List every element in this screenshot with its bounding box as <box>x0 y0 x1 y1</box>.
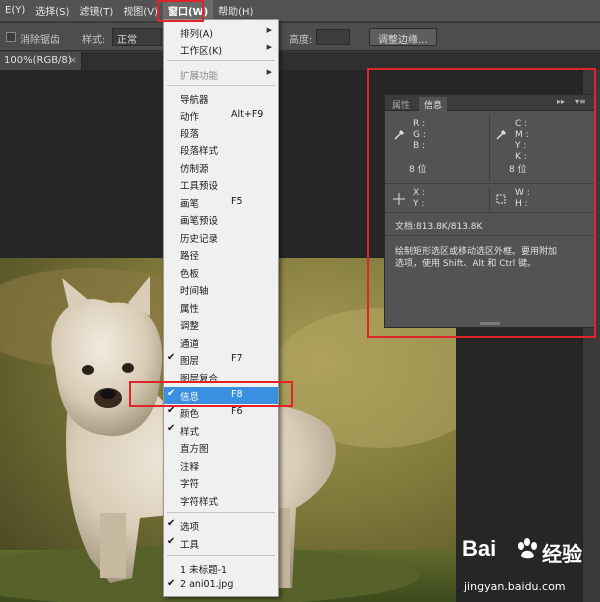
style-select[interactable]: 正常 <box>112 28 162 46</box>
close-icon[interactable]: × <box>69 55 77 66</box>
menu-item-label: 字符 <box>180 479 200 490</box>
menu-item-label: 选项 <box>180 522 200 533</box>
menu-item-adjustments[interactable]: 调整 <box>164 316 278 333</box>
menu-item-label: 直方图 <box>180 444 209 455</box>
checkmark-icon: ✔ <box>167 578 176 589</box>
menu-item-arrange[interactable]: 排列(A) ▶ <box>164 24 278 41</box>
menu-filter[interactable]: 滤镜(T) <box>74 0 118 22</box>
menu-select[interactable]: 选择(S) <box>30 0 74 22</box>
menu-item-recent-doc-1[interactable]: 1 未标题-1 <box>164 560 278 577</box>
menu-item-label: 字符样式 <box>180 497 219 508</box>
menu-item-histogram[interactable]: 直方图 <box>164 439 278 456</box>
watermark-url: jingyan.baidu.com <box>464 580 566 593</box>
menu-item-shortcut: F5 <box>231 196 243 207</box>
menu-item-brush-presets[interactable]: 画笔预设 <box>164 211 278 228</box>
menu-item-paragraph-styles[interactable]: 段落样式 <box>164 141 278 158</box>
menu-separator <box>167 85 275 86</box>
paw-icon <box>518 538 537 559</box>
menu-item-shortcut: F7 <box>231 353 243 364</box>
menu-item-history[interactable]: 历史记录 <box>164 229 278 246</box>
menu-item-label: 注释 <box>180 462 200 473</box>
menu-item-clone-source[interactable]: 仿制源 <box>164 159 278 176</box>
antialias-label: 消除锯齿 <box>20 35 60 46</box>
checkmark-icon: ✔ <box>167 536 176 547</box>
menu-item-options[interactable]: ✔ 选项 <box>164 517 278 534</box>
menu-item-channels[interactable]: 通道 <box>164 334 278 351</box>
menu-item-styles[interactable]: ✔ 样式 <box>164 422 278 439</box>
highlight-box-info-panel <box>367 68 596 338</box>
menu-item-properties[interactable]: 属性 <box>164 299 278 316</box>
menu-item-label: 扩展功能 <box>180 71 219 82</box>
checkmark-icon: ✔ <box>167 423 176 434</box>
menu-item-character[interactable]: 字符 <box>164 474 278 491</box>
menu-item-label: 时间轴 <box>180 286 209 297</box>
menu-item-label: 仿制源 <box>180 164 209 175</box>
menu-item-layers[interactable]: ✔ 图层 F7 <box>164 351 278 368</box>
menu-item-extensions: 扩展功能 ▶ <box>164 66 278 83</box>
document-tab[interactable]: 100%(RGB/8) × <box>0 52 82 70</box>
menu-item-label: 样式 <box>180 427 200 438</box>
menu-bar: E(Y) 选择(S) 滤镜(T) 视图(V) 窗口(W) 帮助(H) <box>0 0 600 22</box>
menu-item-label: 调整 <box>180 321 200 332</box>
watermark-brand: Bai <box>462 536 497 561</box>
menu-item-character-styles[interactable]: 字符样式 <box>164 492 278 509</box>
menu-separator <box>167 60 275 61</box>
menu-item-brush[interactable]: 画笔 F5 <box>164 194 278 211</box>
menu-item-label: 画笔预设 <box>180 216 219 227</box>
menu-separator <box>167 555 275 556</box>
menu-item-tool-presets[interactable]: 工具预设 <box>164 176 278 193</box>
menu-item-label: 1 未标题-1 <box>180 565 228 576</box>
menu-item-shortcut: F6 <box>231 406 243 417</box>
menu-item-label: 工具预设 <box>180 181 219 192</box>
menu-item-label: 导航器 <box>180 95 209 106</box>
baidu-jingyan-watermark: Bai 经验 jingyan.baidu.com <box>462 536 596 598</box>
checkmark-icon: ✔ <box>167 352 176 363</box>
menu-item-label: 工作区(K) <box>180 46 223 57</box>
menu-item-label: 排列(A) <box>180 29 213 40</box>
submenu-arrow-icon: ▶ <box>266 43 272 51</box>
menu-item-tools[interactable]: ✔ 工具 <box>164 535 278 552</box>
options-bar: 消除锯齿 样式: 正常 高度: 调整边缘... <box>0 23 600 51</box>
menu-item-label: 颜色 <box>180 409 200 420</box>
style-label: 样式: <box>82 35 106 46</box>
menu-item-notes[interactable]: 注释 <box>164 457 278 474</box>
menu-item-label: 动作 <box>180 112 200 123</box>
menu-separator <box>167 512 275 513</box>
height-label: 高度: <box>289 35 313 46</box>
menu-item-actions[interactable]: 动作 Alt+F9 <box>164 107 278 124</box>
submenu-arrow-icon: ▶ <box>266 26 272 34</box>
menu-item-label: 工具 <box>180 540 200 551</box>
menu-item-label: 历史记录 <box>180 234 219 245</box>
height-field[interactable] <box>316 29 350 45</box>
menu-item-label: 段落样式 <box>180 146 219 157</box>
watermark-brand-suffix: 经验 <box>542 542 582 566</box>
checkmark-icon: ✔ <box>167 518 176 529</box>
menu-item-paths[interactable]: 路径 <box>164 246 278 263</box>
menu-item-label: 段落 <box>180 129 200 140</box>
menu-item-label: 图层 <box>180 356 200 367</box>
menu-item-navigator[interactable]: 导航器 <box>164 90 278 107</box>
menu-item-swatches[interactable]: 色板 <box>164 264 278 281</box>
document-tab-label: 100%(RGB/8) <box>4 55 72 66</box>
menu-item-shortcut: Alt+F9 <box>231 109 264 120</box>
menu-item-label: 属性 <box>180 304 200 315</box>
highlight-box-info-item <box>129 381 293 407</box>
menu-item-label: 色板 <box>180 269 200 280</box>
menu-item-label: 通道 <box>180 339 200 350</box>
menu-item-workspace[interactable]: 工作区(K) ▶ <box>164 41 278 58</box>
window-menu: 排列(A) ▶ 工作区(K) ▶ 扩展功能 ▶ 导航器 动作 Alt+F9 段落… <box>163 19 279 597</box>
menu-item-label: 画笔 <box>180 199 200 210</box>
menu-item-label: 2 ani01.jpg <box>180 579 234 590</box>
menu-edit[interactable]: E(Y) <box>0 0 30 22</box>
menu-item-paragraph[interactable]: 段落 <box>164 124 278 141</box>
highlight-box-window-menu <box>157 0 204 22</box>
antialias-checkbox[interactable] <box>6 32 16 42</box>
refine-edge-button[interactable]: 调整边缘... <box>369 28 437 46</box>
menu-item-label: 路径 <box>180 251 200 262</box>
menu-item-timeline[interactable]: 时间轴 <box>164 281 278 298</box>
submenu-arrow-icon: ▶ <box>266 68 272 76</box>
menu-item-recent-doc-2[interactable]: ✔ 2 ani01.jpg <box>164 577 278 594</box>
